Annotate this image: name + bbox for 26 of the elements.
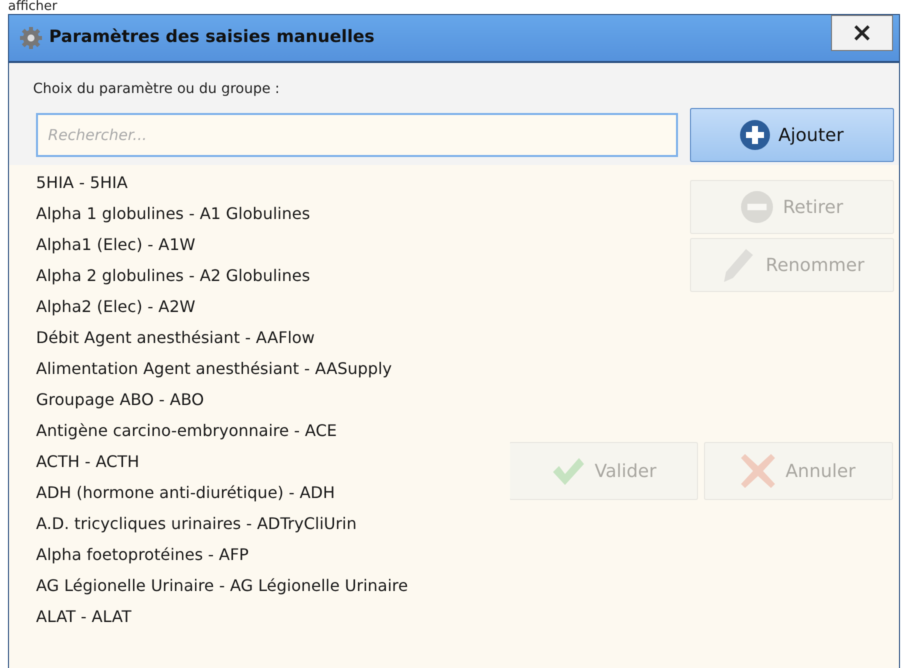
gear-icon <box>19 26 43 50</box>
minus-icon <box>740 191 773 223</box>
dropdown-item[interactable]: ACTH - ACTH <box>20 446 510 477</box>
dropdown-item[interactable]: Alpha foetoprotéines - AFP <box>20 539 510 570</box>
page-caption: afficher <box>7 0 58 14</box>
add-button[interactable]: Ajouter <box>690 108 894 162</box>
dropdown-item[interactable]: Alpha 2 globulines - A2 Globulines <box>20 260 510 291</box>
dropdown-item[interactable]: Alimentation Agent anesthésiant - AASupply <box>20 353 510 384</box>
dropdown-item[interactable]: Alpha2 (Elec) - A2W <box>20 291 510 322</box>
dropdown-item[interactable]: Alpha 1 globulines - A1 Globulines <box>20 198 510 229</box>
dropdown-item[interactable]: Débit Agent anesthésiant - AAFlow <box>20 322 510 353</box>
dropdown-item[interactable]: A.D. tricycliques urinaires - ADTryCliUrin <box>20 508 510 539</box>
search-field[interactable]: Rechercher... <box>36 113 678 157</box>
dropdown-item[interactable]: Antigène carcino-embryonnaire - ACE <box>20 415 510 446</box>
cross-icon <box>741 454 776 488</box>
dropdown-item[interactable]: 5HIA - 5HIA <box>20 167 510 198</box>
dropdown-item[interactable]: Alpha1 (Elec) - A1W <box>20 229 510 260</box>
close-button[interactable]: × <box>831 15 893 51</box>
search-label: Choix du paramètre ou du groupe : <box>33 80 281 99</box>
check-icon <box>550 456 585 486</box>
dropdown-item[interactable]: ADH (hormone anti-diurétique) - ADH <box>20 477 510 508</box>
window-title: Paramètres des saisies manuelles <box>49 26 375 50</box>
dropdown-item[interactable]: ALAT - ALAT <box>20 601 510 632</box>
plus-icon <box>740 120 770 150</box>
dropdown-item[interactable]: AG Légionelle Urinaire - AG Légionelle Urinaire <box>20 570 510 601</box>
dropdown-item[interactable]: Groupage ABO - ABO <box>20 384 510 415</box>
